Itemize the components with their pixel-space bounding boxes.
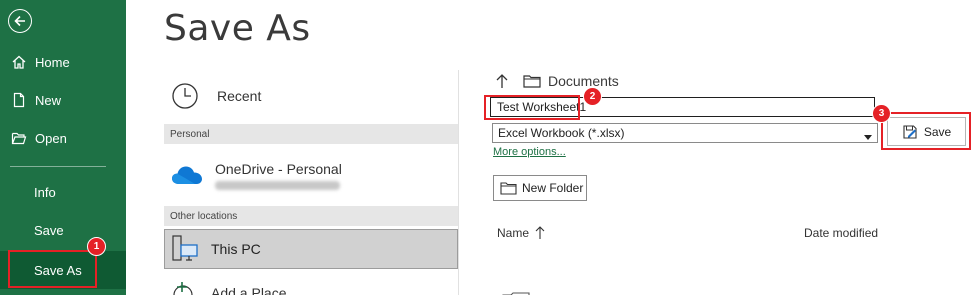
column-header-name[interactable]: Name: [497, 226, 545, 240]
column-header-name-label: Name: [497, 226, 530, 240]
folder-icon: [523, 74, 541, 88]
location-add-a-place[interactable]: Add a Place: [164, 278, 458, 295]
annotation-badge-2: 2: [583, 87, 602, 106]
sidebar-item-label: Open: [35, 130, 67, 146]
annotation-box-1: [8, 250, 97, 288]
chevron-down-icon: [864, 130, 872, 144]
sidebar-item-label: Info: [34, 184, 56, 200]
folder-open-icon: [11, 130, 27, 146]
filetype-dropdown[interactable]: Excel Workbook (*.xlsx): [492, 123, 878, 143]
page-title: Save As: [164, 8, 311, 49]
location-onedrive[interactable]: OneDrive - Personal: [164, 152, 458, 198]
cloud-icon: [171, 164, 203, 186]
sidebar-item-info[interactable]: Info: [0, 174, 126, 210]
sidebar-item-new[interactable]: New: [0, 82, 126, 118]
back-arrow-icon[interactable]: [8, 9, 32, 33]
home-icon: [11, 54, 27, 70]
computer-icon: [171, 234, 199, 264]
account-email-blurred: [215, 180, 340, 190]
sort-up-arrow-icon: [535, 226, 545, 240]
location-label: This PC: [211, 241, 261, 257]
location-recent[interactable]: Recent: [164, 78, 458, 114]
annotation-badge-1: 1: [87, 237, 106, 256]
current-folder-label: Documents: [548, 73, 619, 89]
location-label: OneDrive - Personal: [215, 160, 342, 177]
new-folder-icon: [500, 181, 517, 195]
sidebar-item-label: Home: [35, 54, 70, 70]
annotation-box-2: [484, 95, 580, 120]
sidebar-item-label: New: [35, 92, 62, 108]
sidebar-item-save[interactable]: Save: [0, 212, 126, 248]
more-options-link[interactable]: More options...: [493, 146, 566, 158]
annotation-badge-3: 3: [872, 104, 891, 123]
section-header-personal: Personal: [164, 124, 458, 144]
location-this-pc[interactable]: This PC: [164, 229, 458, 269]
section-header-other-locations: Other locations: [164, 206, 458, 226]
sidebar-item-label: Save: [34, 222, 64, 238]
folder-row-icon: [502, 288, 530, 295]
sidebar-item-home[interactable]: Home: [0, 44, 126, 80]
pane-divider: [458, 70, 459, 295]
sidebar-divider: [10, 166, 106, 167]
column-header-date-label: Date modified: [804, 226, 879, 240]
filetype-value: Excel Workbook (*.xlsx): [498, 126, 625, 140]
new-folder-label: New Folder: [522, 181, 584, 195]
location-label: Recent: [217, 88, 262, 104]
up-arrow-icon[interactable]: [495, 73, 509, 89]
breadcrumb: Documents: [495, 73, 619, 89]
annotation-box-3: [881, 112, 971, 150]
column-header-date-modified[interactable]: Date modified: [804, 226, 878, 240]
new-document-icon: [11, 92, 27, 108]
clock-icon: [170, 81, 200, 111]
add-place-icon: [170, 280, 196, 295]
location-label: Add a Place: [211, 285, 287, 295]
sidebar-item-open[interactable]: Open: [0, 120, 126, 156]
new-folder-button[interactable]: New Folder: [493, 175, 587, 201]
